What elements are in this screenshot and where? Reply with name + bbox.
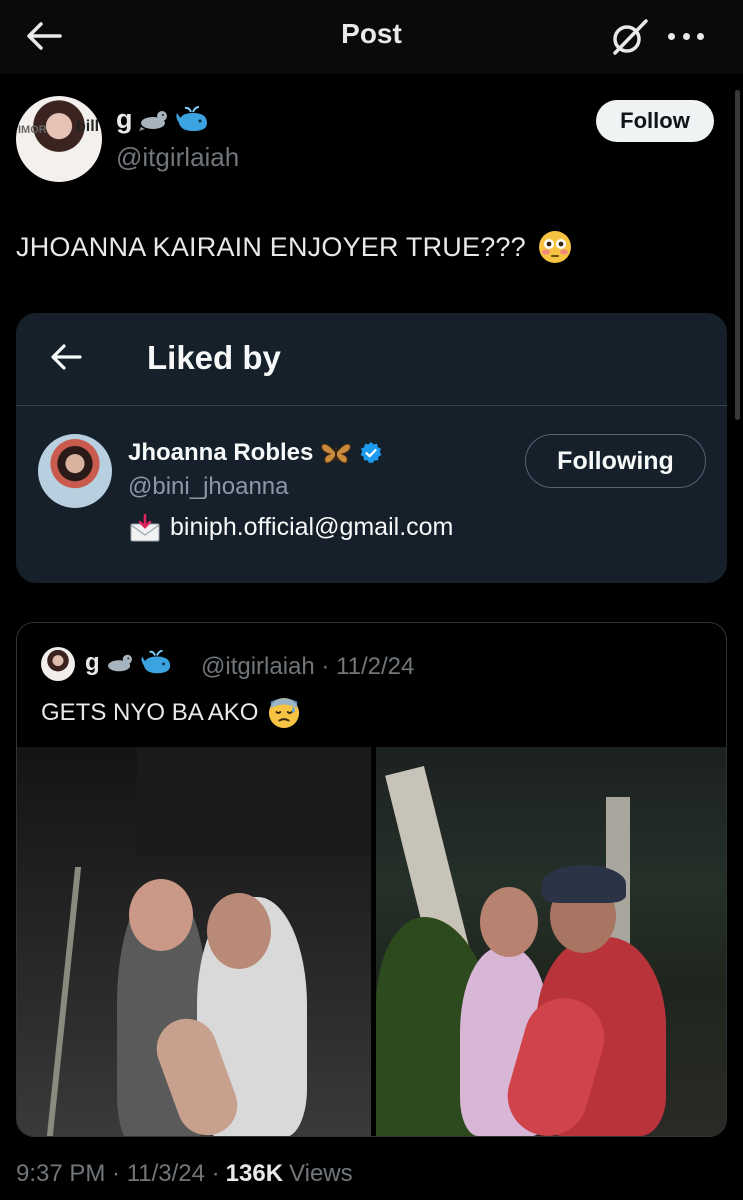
follow-button[interactable]: Follow	[596, 100, 714, 142]
post-footer: 9:37 PM · 11/3/24 · 136K Views	[16, 1160, 353, 1188]
avatar-logo-text: bill	[76, 118, 100, 135]
grok-button[interactable]	[608, 16, 650, 58]
photo-hat	[542, 865, 626, 903]
quoted-text: GETS NYO BA AKO	[41, 697, 300, 729]
quoted-post-card[interactable]: g @itgirlaiah · 11/2/24 GETS NYO BA AKO	[16, 622, 727, 1137]
post-timestamp[interactable]: 9:37 PM · 11/3/24 ·	[16, 1160, 220, 1188]
grok-icon	[613, 19, 648, 55]
photo-person	[207, 893, 271, 969]
quoted-photo-2[interactable]	[376, 747, 726, 1136]
avatar-logo-text: IMOR	[18, 124, 47, 136]
seal-emoji-icon	[138, 110, 167, 131]
avatar[interactable]	[41, 647, 75, 681]
photo-street-marking	[46, 867, 82, 1136]
scrollbar[interactable]	[735, 90, 740, 420]
views-count: 136K	[225, 1160, 284, 1187]
author-avatar[interactable]: IMOR bill	[16, 96, 102, 182]
butterfly-emoji-icon	[321, 443, 352, 464]
liked-by-card: Liked by Jhoanna Robles @bini_jhoanna Fo…	[16, 313, 727, 583]
whale-emoji-icon	[175, 105, 207, 131]
following-button[interactable]: Following	[525, 434, 706, 488]
divider	[16, 405, 727, 406]
photo-person	[480, 887, 538, 957]
quoted-meta: @itgirlaiah · 11/2/24	[201, 653, 415, 680]
flushed-face-emoji-icon	[538, 231, 571, 263]
author-name[interactable]: g	[116, 104, 211, 135]
photo-building	[137, 747, 371, 857]
liked-by-back-button[interactable]	[46, 339, 86, 375]
quoted-photo-1[interactable]	[17, 747, 371, 1136]
avatar[interactable]	[38, 434, 112, 508]
envelope-arrow-icon	[130, 513, 160, 541]
whale-emoji-icon	[141, 649, 170, 674]
user-bio: biniph.official@gmail.com	[130, 513, 453, 542]
more-options-button[interactable]	[664, 22, 708, 50]
seal-emoji-icon	[107, 654, 132, 672]
post-text: JHOANNA KAIRAIN ENJOYER TRUE???	[16, 230, 572, 264]
author-handle[interactable]: @itgirlaiah	[116, 142, 239, 173]
downcast-sweat-face-emoji-icon	[269, 697, 300, 729]
verified-badge-icon	[360, 442, 382, 464]
photo-person	[129, 879, 193, 951]
arrow-left-icon	[51, 344, 82, 370]
user-name[interactable]: Jhoanna Robles	[128, 439, 383, 467]
liked-by-title: Liked by	[147, 339, 281, 376]
more-icon	[668, 32, 675, 40]
user-handle[interactable]: @bini_jhoanna	[128, 473, 289, 501]
views-label: Views	[289, 1160, 353, 1187]
quoted-author-name: g	[85, 649, 174, 677]
top-navigation-bar: Post	[0, 0, 743, 74]
